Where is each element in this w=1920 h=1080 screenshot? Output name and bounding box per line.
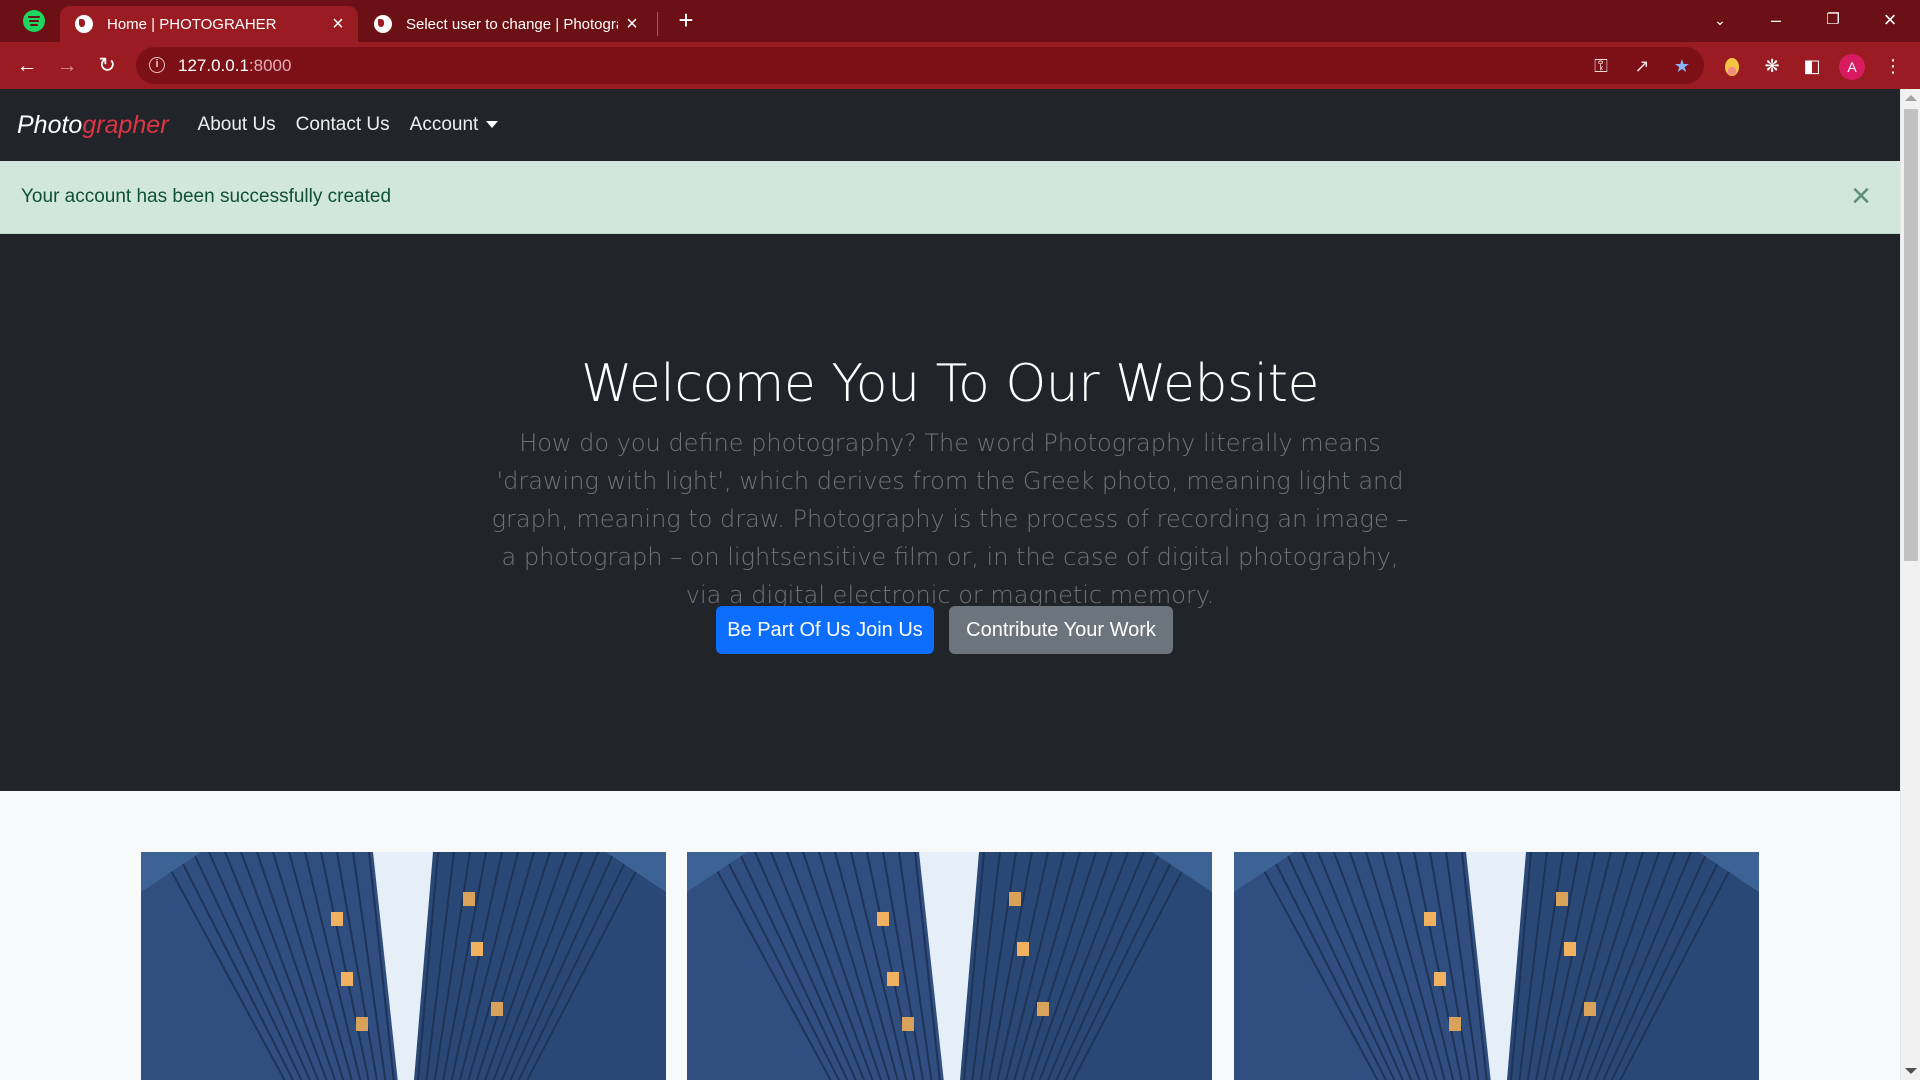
nav-contact-us[interactable]: Contact Us <box>296 114 390 136</box>
tab-title: Home | PHOTOGRAHER <box>107 15 277 33</box>
minimize-icon[interactable]: – <box>1756 4 1796 36</box>
tab-search-icon[interactable]: ⌄ <box>1700 4 1740 36</box>
back-arrow-icon[interactable]: ← <box>11 50 43 82</box>
info-icon[interactable]: i <box>149 57 165 73</box>
globe-icon <box>374 15 392 33</box>
globe-icon <box>75 15 93 33</box>
join-us-button[interactable]: Be Part Of Us Join Us <box>716 606 934 654</box>
account-label: Account <box>409 114 479 135</box>
hero-section: Welcome You To Our Website How do you de… <box>0 234 1900 791</box>
vertical-scrollbar[interactable] <box>1900 89 1920 1080</box>
page-viewport: Photographer About Us Contact Us Account… <box>0 89 1920 1080</box>
sidepanel-icon[interactable]: ◧ <box>1796 50 1828 82</box>
extension-icon[interactable] <box>1716 50 1748 82</box>
restore-icon[interactable]: ❐ <box>1813 4 1853 36</box>
tab-select-user[interactable]: Select user to change | Photographer × <box>362 6 652 42</box>
scroll-down-arrow-icon[interactable] <box>1905 1068 1917 1074</box>
scrollbar-thumb[interactable] <box>1904 109 1918 561</box>
page: Photographer About Us Contact Us Account… <box>0 89 1900 1080</box>
browser-toolbar: ← → ↻ i 127.0.0.1:8000 ⚿ ↗ ★ ❋ ◧ A ⋮ <box>0 42 1920 89</box>
tab-title: Select user to change | Photographer <box>406 15 618 33</box>
new-tab-button[interactable]: + <box>672 6 700 36</box>
brand-logo[interactable]: Photographer <box>17 111 169 140</box>
close-icon[interactable]: × <box>618 14 646 34</box>
tab-separator <box>657 12 658 36</box>
contribute-button[interactable]: Contribute Your Work <box>949 606 1173 654</box>
address-bar[interactable]: i 127.0.0.1:8000 ⚿ ↗ ★ <box>136 47 1704 84</box>
nav-about-us[interactable]: About Us <box>198 114 276 136</box>
window-close-icon[interactable]: × <box>1870 4 1910 36</box>
avatar[interactable]: A <box>1839 54 1865 80</box>
gallery-photo[interactable] <box>1234 852 1759 1080</box>
nav-account-dropdown[interactable]: Account <box>410 114 499 136</box>
puzzle-icon[interactable]: ❋ <box>1756 50 1788 82</box>
tab-home[interactable]: Home | PHOTOGRAHER × <box>60 6 358 42</box>
chevron-down-icon <box>486 121 499 129</box>
success-alert: Your account has been successfully creat… <box>0 161 1900 234</box>
key-icon[interactable]: ⚿ <box>1586 51 1616 81</box>
building-image <box>1234 852 1759 1080</box>
browser-tab-bar: Home | PHOTOGRAHER × Select user to chan… <box>0 0 1920 42</box>
share-icon[interactable]: ↗ <box>1627 51 1657 81</box>
hero-title: Welcome You To Our Website <box>581 354 1319 414</box>
building-image <box>687 852 1212 1080</box>
menu-icon[interactable]: ⋮ <box>1877 50 1909 82</box>
reload-icon[interactable]: ↻ <box>91 50 123 82</box>
site-navbar: Photographer About Us Contact Us Account <box>0 89 1900 161</box>
photo-gallery <box>0 791 1900 1080</box>
gallery-photo[interactable] <box>687 852 1212 1080</box>
close-icon[interactable]: × <box>324 14 352 34</box>
building-image <box>141 852 666 1080</box>
gallery-photo[interactable] <box>141 852 666 1080</box>
scroll-up-arrow-icon[interactable] <box>1905 95 1917 101</box>
spotify-icon[interactable] <box>23 10 45 32</box>
star-icon[interactable]: ★ <box>1667 51 1697 81</box>
alert-close-button[interactable]: × <box>1844 179 1878 213</box>
forward-arrow-icon[interactable]: → <box>51 50 83 82</box>
url-text[interactable]: 127.0.0.1:8000 <box>178 56 291 76</box>
alert-message: Your account has been successfully creat… <box>21 186 392 207</box>
hero-text: How do you define photography? The word … <box>491 429 1409 609</box>
